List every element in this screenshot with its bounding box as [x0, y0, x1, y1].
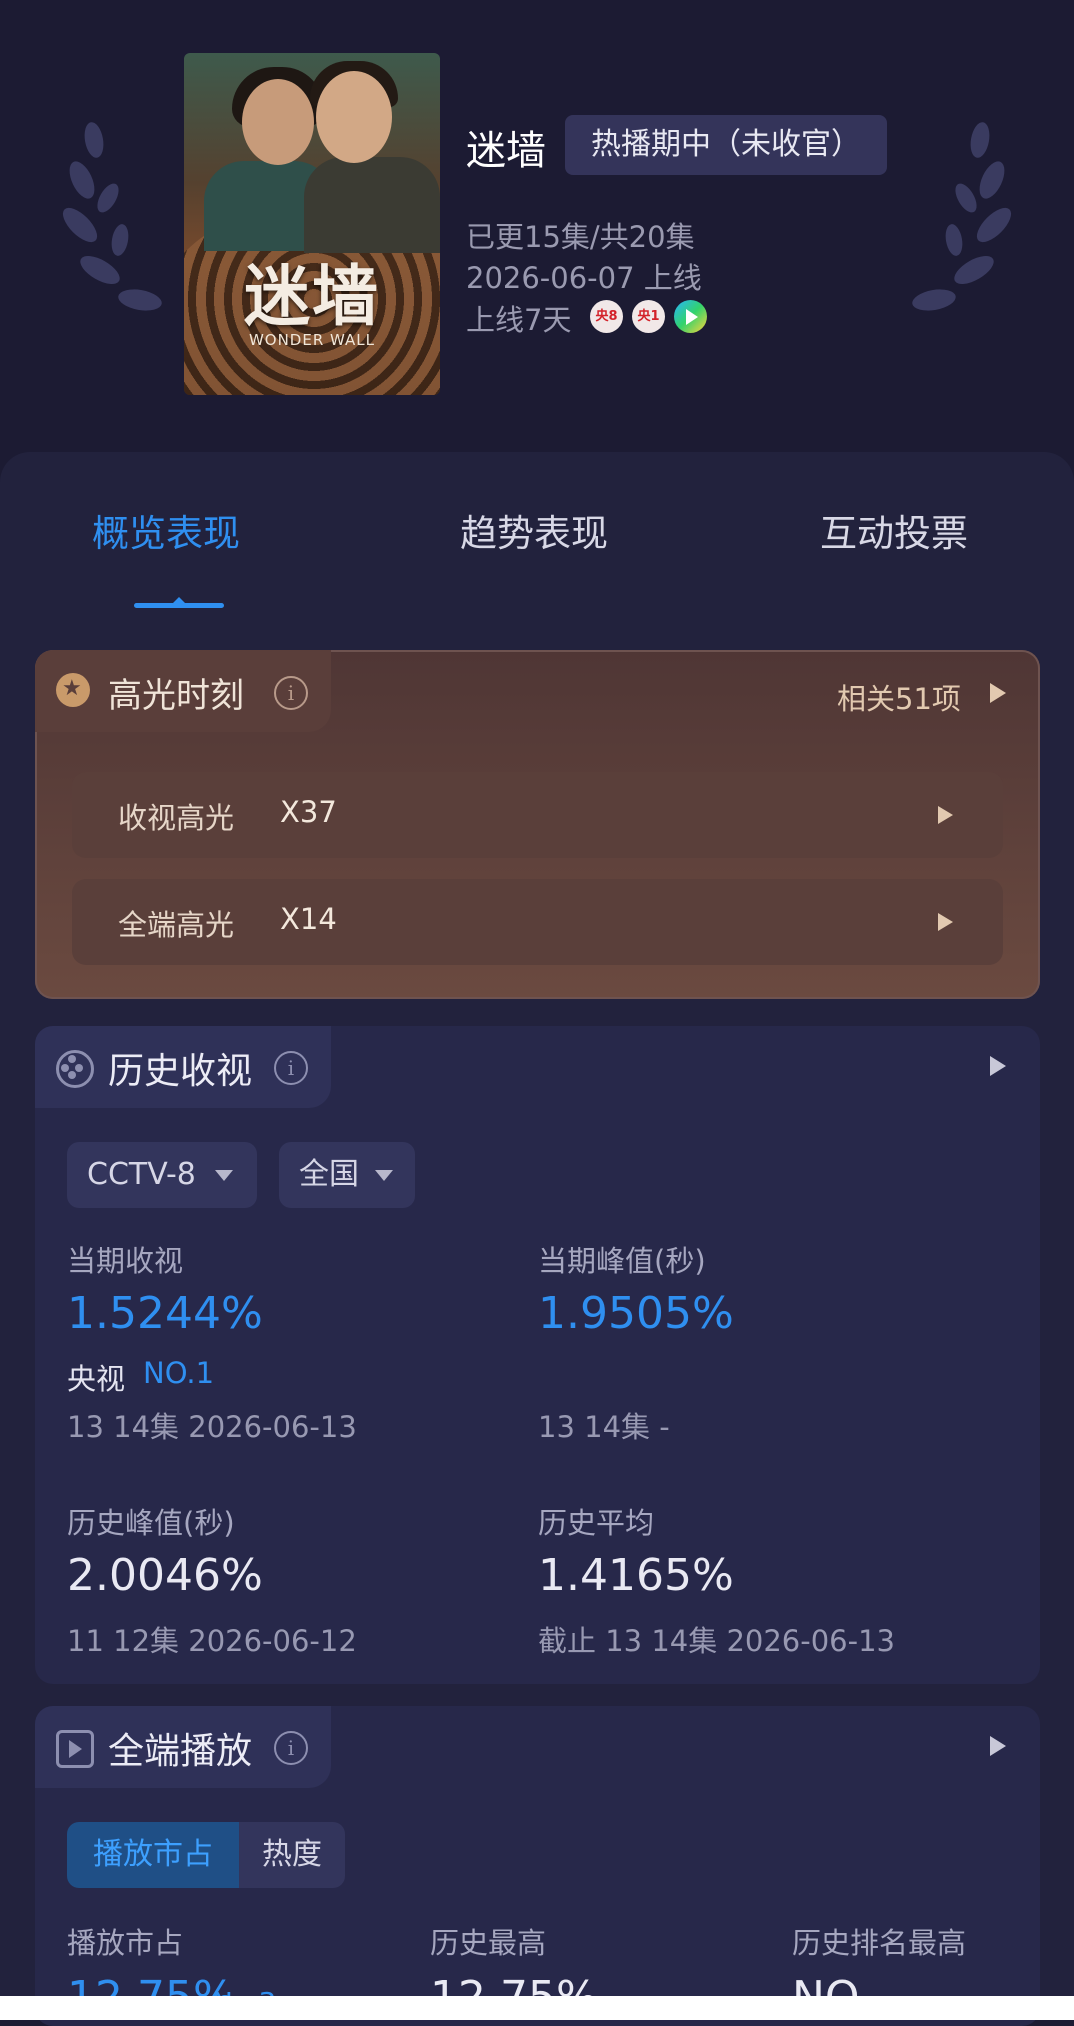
current-rating-label: 当期收视	[67, 1244, 184, 1278]
peak-rating-sub: 13 14集 -	[538, 1410, 670, 1444]
episode-count: 已更15集/共20集	[466, 220, 695, 254]
playback-title: 全端播放	[108, 1731, 253, 1772]
caret-down-icon	[375, 1170, 393, 1181]
highlight-row-value: X37	[280, 795, 337, 829]
status-badge: 热播期中（未收官）	[565, 115, 887, 175]
cctv8-channel-icon[interactable]: 央8	[590, 300, 623, 333]
info-icon[interactable]: i	[274, 1051, 308, 1085]
release-date: 2026-06-07 上线	[466, 261, 702, 295]
tab-trend[interactable]: 趋势表现	[460, 503, 608, 557]
history-peak-label: 历史峰值(秒)	[67, 1506, 235, 1540]
channel-select-value: CCTV-8	[87, 1157, 196, 1192]
history-high-label: 历史最高	[430, 1926, 547, 1960]
chevron-right-icon[interactable]	[990, 683, 1006, 703]
current-rating-sub: 13 14集 2026-06-13	[67, 1410, 357, 1444]
market-share-label: 播放市占	[67, 1926, 184, 1960]
laurel-right-icon	[912, 122, 1012, 311]
tab-vote[interactable]: 互动投票	[820, 503, 968, 557]
cctv1-channel-icon[interactable]: 央1	[632, 300, 665, 333]
chevron-right-icon[interactable]	[938, 913, 953, 931]
history-average-sub: 截止 13 14集 2026-06-13	[538, 1624, 895, 1658]
history-title: 历史收视	[108, 1051, 253, 1092]
info-icon[interactable]: i	[274, 1731, 308, 1765]
days-online: 上线7天	[466, 303, 572, 337]
film-reel-icon	[56, 1050, 94, 1088]
peak-rating-value: 1.9505%	[538, 1288, 734, 1339]
history-average-label: 历史平均	[538, 1506, 655, 1540]
region-select[interactable]: 全国	[279, 1142, 415, 1208]
history-peak-value: 2.0046%	[67, 1550, 263, 1601]
history-peak-sub: 11 12集 2026-06-12	[67, 1624, 357, 1658]
info-icon[interactable]: i	[274, 676, 308, 710]
show-title: 迷墙	[466, 128, 546, 174]
chevron-right-icon[interactable]	[990, 1056, 1006, 1076]
rank-value: NO.1	[143, 1356, 215, 1390]
caret-down-icon	[215, 1170, 233, 1181]
channel-select[interactable]: CCTV-8	[67, 1142, 257, 1208]
show-poster[interactable]: 迷墙 WONDER WALL	[184, 53, 440, 395]
segment-market-share[interactable]: 播放市占	[67, 1822, 239, 1888]
current-rating-value: 1.5244%	[67, 1288, 263, 1339]
active-tab-indicator	[134, 597, 224, 608]
history-rank-high-label: 历史排名最高	[792, 1926, 967, 1960]
highlight-row-label: 收视高光	[118, 801, 235, 835]
poster-subtitle: WONDER WALL	[248, 331, 376, 349]
play-square-icon	[56, 1730, 94, 1768]
star-badge-icon: ★	[56, 673, 90, 707]
laurel-left-icon	[62, 122, 162, 311]
chevron-right-icon[interactable]	[938, 806, 953, 824]
highlight-row-value: X14	[280, 902, 337, 936]
peak-rating-label: 当期峰值(秒)	[538, 1244, 706, 1278]
highlight-more-link[interactable]: 相关51项	[837, 676, 961, 718]
chevron-right-icon[interactable]	[990, 1736, 1006, 1756]
region-select-value: 全国	[299, 1157, 359, 1192]
bottom-edge	[0, 1996, 1074, 2020]
highlight-title: 高光时刻	[108, 676, 244, 716]
poster-title: 迷墙	[244, 257, 380, 335]
history-average-value: 1.4165%	[538, 1550, 734, 1601]
highlight-row-label: 全端高光	[118, 908, 235, 942]
streaming-platform-icon[interactable]	[674, 300, 707, 333]
tab-overview[interactable]: 概览表现	[92, 503, 240, 557]
rank-prefix: 央视	[67, 1362, 126, 1396]
segment-heat[interactable]: 热度	[239, 1822, 345, 1888]
